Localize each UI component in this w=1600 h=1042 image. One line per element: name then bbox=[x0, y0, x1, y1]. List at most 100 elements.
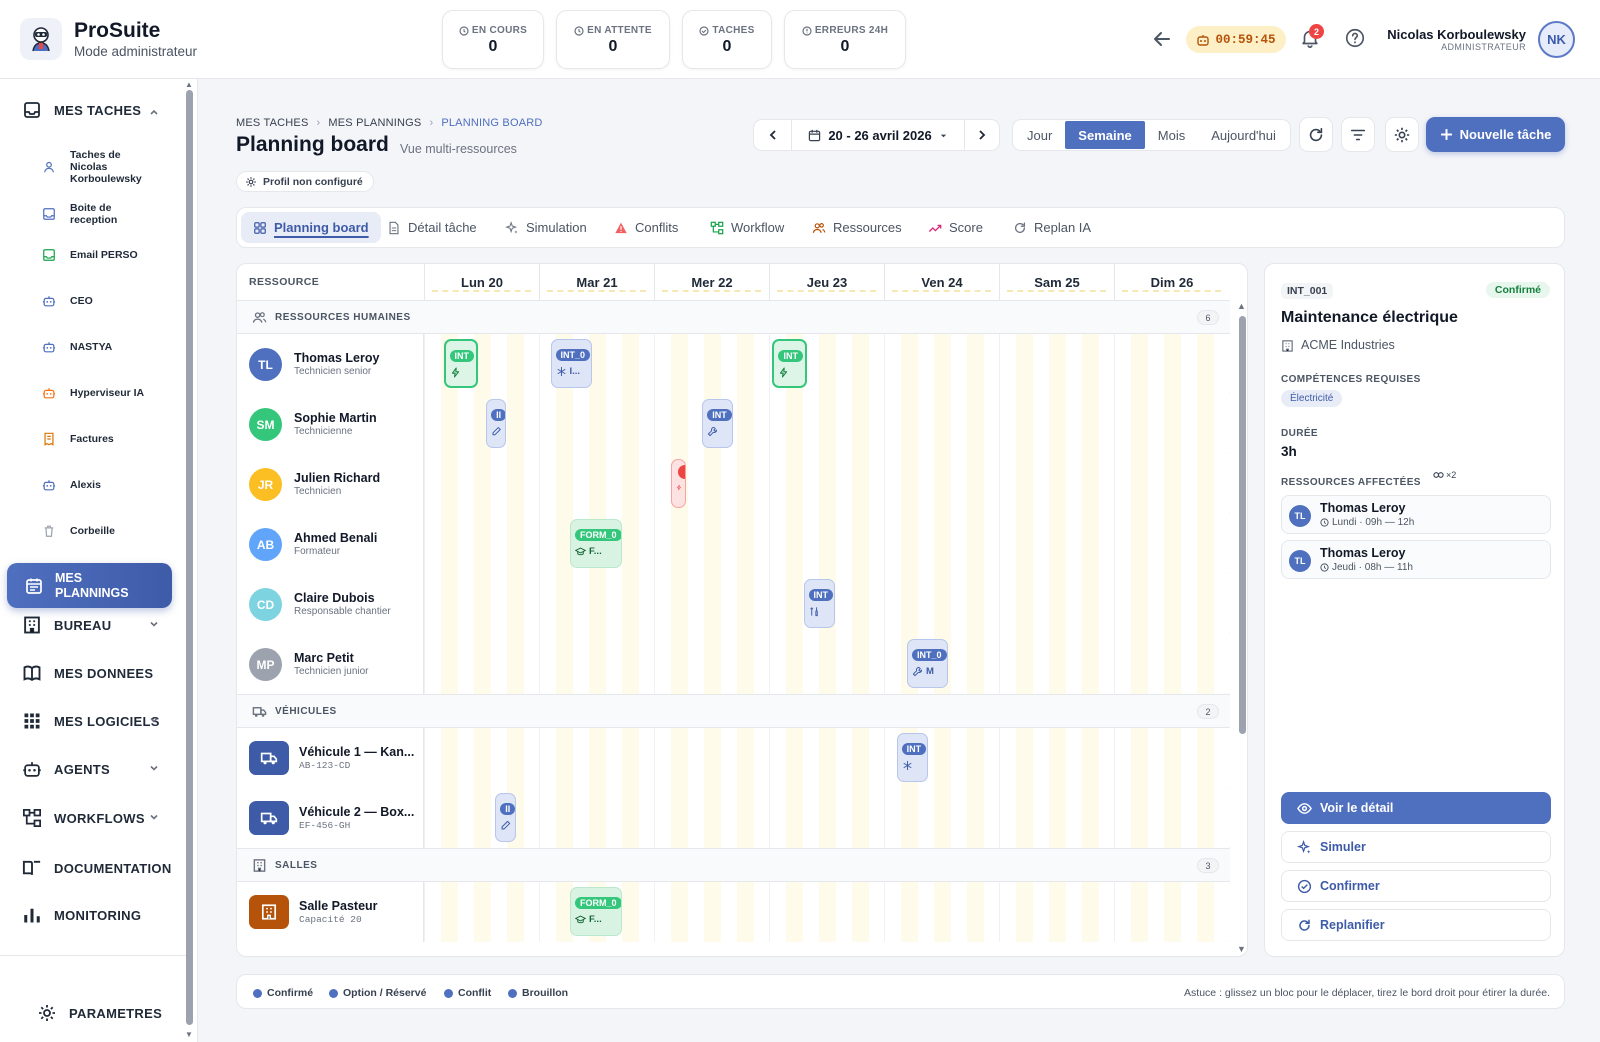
day-cell[interactable] bbox=[539, 728, 654, 788]
view-mois-button[interactable]: Mois bbox=[1145, 121, 1198, 149]
day-cell[interactable] bbox=[1114, 634, 1229, 694]
day-cell[interactable] bbox=[999, 788, 1114, 848]
nav-mes-taches[interactable]: MES TACHES bbox=[22, 100, 141, 120]
replan-button[interactable]: Replanifier bbox=[1281, 909, 1551, 941]
sidebar-subitem[interactable]: Taches de Nicolas Korboulewsky bbox=[42, 149, 160, 185]
day-cell[interactable] bbox=[539, 454, 654, 514]
task-block[interactable]: INT bbox=[772, 339, 807, 388]
task-block[interactable]: FORM_0 F... bbox=[570, 519, 622, 568]
task-block[interactable]: INT bbox=[896, 733, 928, 782]
tab-refresh[interactable]: Replan IA bbox=[1013, 212, 1091, 243]
nav-mes-plannings[interactable]: MES PLANNINGS bbox=[7, 563, 172, 608]
day-cell[interactable] bbox=[539, 574, 654, 634]
day-cell[interactable] bbox=[999, 728, 1114, 788]
sidebar-scrollbar[interactable] bbox=[186, 90, 193, 1025]
simulate-button[interactable]: Simuler bbox=[1281, 831, 1551, 863]
user-avatar[interactable]: NK bbox=[1538, 21, 1575, 58]
kpi-taches[interactable]: TACHES 0 bbox=[682, 10, 772, 69]
day-cell[interactable] bbox=[884, 514, 999, 574]
day-cell[interactable] bbox=[539, 788, 654, 848]
view-today-button[interactable]: Aujourd'hui bbox=[1198, 121, 1289, 149]
day-cell[interactable] bbox=[654, 574, 769, 634]
view-jour-button[interactable]: Jour bbox=[1014, 121, 1065, 149]
day-cell[interactable] bbox=[999, 334, 1114, 394]
view-detail-button[interactable]: Voir le détail bbox=[1281, 792, 1551, 824]
day-cell[interactable] bbox=[769, 882, 884, 942]
settings-button[interactable] bbox=[1385, 117, 1419, 152]
tab-file[interactable]: Détail tâche bbox=[387, 212, 477, 243]
day-cell[interactable] bbox=[999, 882, 1114, 942]
refresh-button[interactable] bbox=[1299, 117, 1333, 152]
tab-board[interactable]: Planning board bbox=[241, 212, 381, 243]
task-block[interactable]: INT bbox=[803, 579, 835, 628]
day-cell[interactable] bbox=[769, 454, 884, 514]
tab-workflow[interactable]: Workflow bbox=[710, 212, 784, 243]
day-cell[interactable] bbox=[424, 454, 539, 514]
day-cell[interactable] bbox=[1114, 514, 1229, 574]
day-cell[interactable] bbox=[424, 882, 539, 942]
date-range-picker[interactable]: 20 - 26 avril 2026 bbox=[792, 128, 964, 143]
tab-users[interactable]: Ressources bbox=[812, 212, 902, 243]
resource-info[interactable]: Salle Pasteur Capacité 20 bbox=[237, 882, 424, 942]
breadcrumb-item[interactable]: MES TACHES bbox=[236, 117, 309, 129]
day-cell[interactable] bbox=[424, 788, 539, 848]
back-arrow-icon[interactable] bbox=[1150, 27, 1174, 51]
resource-info[interactable]: Véhicule 2 — Box... EF-456-GH bbox=[237, 788, 424, 848]
sidebar-item[interactable]: BUREAU bbox=[22, 615, 111, 635]
chevron-down-icon[interactable] bbox=[148, 714, 160, 726]
day-cell[interactable] bbox=[999, 634, 1114, 694]
day-cell[interactable] bbox=[1114, 882, 1229, 942]
day-cell[interactable] bbox=[769, 788, 884, 848]
sidebar-subitem[interactable]: NASTYA bbox=[42, 340, 112, 354]
sidebar-item[interactable]: MONITORING bbox=[22, 905, 141, 925]
user-name[interactable]: Nicolas Korboulewsky bbox=[1387, 27, 1526, 42]
day-cell[interactable] bbox=[999, 574, 1114, 634]
sidebar-subitem[interactable]: Hyperviseur IA bbox=[42, 386, 144, 400]
grid-scrollbar[interactable] bbox=[1239, 316, 1246, 734]
day-cell[interactable] bbox=[654, 728, 769, 788]
day-cell[interactable] bbox=[654, 788, 769, 848]
day-cell[interactable] bbox=[769, 728, 884, 788]
day-cell[interactable] bbox=[1114, 454, 1229, 514]
resource-info[interactable]: CD Claire Dubois Responsable chantier bbox=[237, 574, 424, 634]
chevron-down-icon[interactable] bbox=[148, 762, 160, 774]
resource-info[interactable]: MP Marc Petit Technicien junior bbox=[237, 634, 424, 694]
resource-info[interactable]: AB Ahmed Benali Formateur bbox=[237, 514, 424, 574]
sidebar-item[interactable]: MES DONNEES bbox=[22, 663, 153, 683]
assignment-card[interactable]: TL Thomas Leroy Jeudi · 08h — 11h bbox=[1281, 540, 1551, 579]
resource-info[interactable]: SM Sophie Martin Technicienne bbox=[237, 394, 424, 454]
task-block[interactable]: INT bbox=[702, 399, 734, 448]
chevron-up-icon[interactable] bbox=[148, 106, 160, 118]
day-cell[interactable] bbox=[654, 634, 769, 694]
resource-info[interactable]: JR Julien Richard Technicien bbox=[237, 454, 424, 514]
sidebar-scroll-down[interactable]: ▼ bbox=[185, 1030, 193, 1039]
task-block[interactable]: FORM_0 F... bbox=[570, 887, 622, 936]
section-header[interactable]: RESSOURCES HUMAINES 6 bbox=[237, 300, 1230, 334]
day-cell[interactable] bbox=[424, 334, 539, 394]
grid-scroll-down[interactable]: ▼ bbox=[1237, 944, 1246, 954]
help-icon[interactable] bbox=[1344, 27, 1368, 51]
sidebar-item[interactable]: MES LOGICIELS bbox=[22, 711, 160, 731]
kpi-en-cours[interactable]: EN COURS 0 bbox=[442, 10, 544, 69]
section-header[interactable]: SALLES 3 bbox=[237, 848, 1230, 882]
sidebar-item[interactable]: AGENTS bbox=[22, 759, 110, 779]
view-semaine-button[interactable]: Semaine bbox=[1065, 121, 1145, 149]
section-header[interactable]: VÉHICULES 2 bbox=[237, 694, 1230, 728]
tab-warning[interactable]: Conflits bbox=[614, 212, 678, 243]
assignment-card[interactable]: TL Thomas Leroy Lundi · 09h — 12h bbox=[1281, 495, 1551, 534]
day-cell[interactable] bbox=[999, 454, 1114, 514]
day-cell[interactable] bbox=[539, 634, 654, 694]
day-cell[interactable] bbox=[884, 334, 999, 394]
session-timer[interactable]: 00:59:45 bbox=[1186, 26, 1286, 53]
chevron-down-icon[interactable] bbox=[148, 618, 160, 630]
day-cell[interactable] bbox=[884, 394, 999, 454]
kpi-erreurs[interactable]: ERREURS 24H 0 bbox=[784, 10, 906, 69]
sidebar-item[interactable]: DOCUMENTATION bbox=[22, 858, 172, 878]
day-cell[interactable] bbox=[884, 882, 999, 942]
day-cell[interactable] bbox=[1114, 728, 1229, 788]
day-cell[interactable] bbox=[1114, 334, 1229, 394]
task-block[interactable]: INT_0 M bbox=[907, 639, 949, 688]
sidebar-scroll-up[interactable]: ▲ bbox=[185, 80, 193, 89]
day-cell[interactable] bbox=[999, 514, 1114, 574]
sidebar-subitem[interactable]: Boite de reception bbox=[42, 202, 160, 226]
